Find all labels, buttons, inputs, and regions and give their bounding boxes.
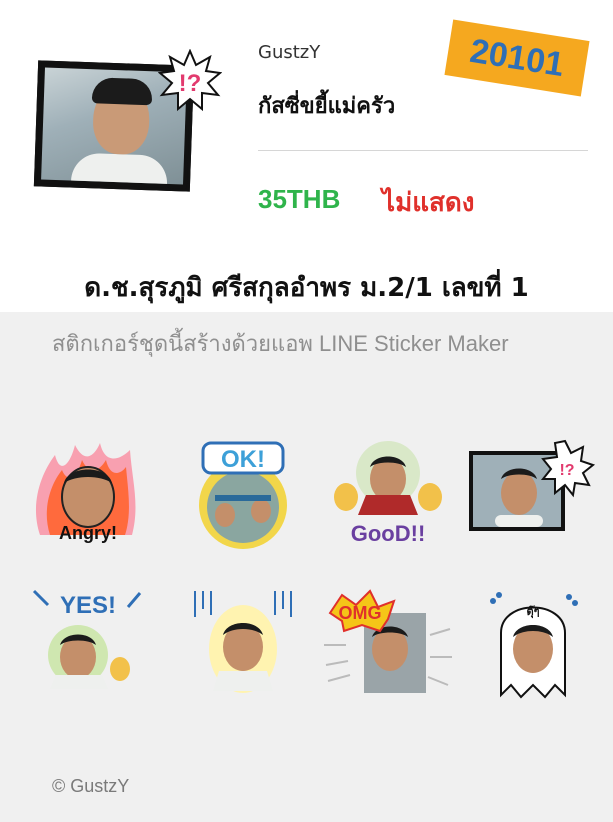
price-label: 35THB <box>258 184 341 214</box>
sticker-omg[interactable]: OMG <box>320 585 455 705</box>
sticker-caption: OMG <box>339 603 382 623</box>
shocked-lines-sticker-icon <box>194 591 292 693</box>
good-thumbs-sticker-icon: GooD!! <box>334 441 442 546</box>
creator-name[interactable]: GustzY <box>258 42 320 63</box>
sticker-caption: ตุ๊ๆ <box>526 605 539 619</box>
sticker-caption: Angry! <box>59 523 117 543</box>
sticker-ok[interactable]: OK! <box>175 435 310 555</box>
omg-sticker-icon: OMG <box>324 589 452 693</box>
sticker-header: !? GustzY กัสซี่ขยี้แม่ครัว 35THB ไม่แสด… <box>0 0 613 262</box>
sticker-angry[interactable]: Angry! <box>20 435 155 555</box>
surprise-frame-sticker-icon: !? <box>469 439 596 531</box>
ghost-sticker-icon: ตุ๊ๆ <box>490 592 578 699</box>
burst-label: !? <box>179 70 202 97</box>
sticker-surprise[interactable]: !? <box>465 435 600 555</box>
divider <box>258 150 588 151</box>
photo-hair <box>91 77 153 106</box>
sticker-grid: Angry! OK! GooD!! !? YES! OMG ตุ๊ๆ <box>20 435 600 705</box>
main-sticker-image[interactable]: !? <box>30 45 225 200</box>
angry-fire-sticker-icon: Angry! <box>35 443 136 543</box>
student-info-banner: ด.ช.สุรภูมิ ศรีสกุลอำพร ม.2/1 เลขที่ 1 <box>0 262 613 312</box>
burst-icon: !? <box>158 49 222 112</box>
sticker-caption: GooD!! <box>351 521 426 546</box>
sticker-caption: YES! <box>60 592 116 619</box>
copyright-footer: © GustzY <box>52 776 130 796</box>
sticker-caption: !? <box>559 462 574 479</box>
sticker-yes[interactable]: YES! <box>20 585 155 705</box>
sticker-shocked[interactable] <box>175 585 310 705</box>
sticker-good[interactable]: GooD!! <box>320 435 455 555</box>
ok-sticker-icon: OK! <box>199 441 287 549</box>
sticker-caption: OK! <box>221 446 265 473</box>
sticker-title: กัสซี่ขยี้แม่ครัว <box>258 94 396 119</box>
sticker-description: สติกเกอร์ชุดนี้สร้างด้วยแอพ LINE Sticker… <box>52 331 509 356</box>
student-number-badge: 20101 <box>444 19 590 97</box>
photo-shirt <box>71 152 168 184</box>
yes-sticker-icon: YES! <box>32 589 142 689</box>
status-label: ไม่แสดง <box>382 188 475 218</box>
sticker-ghost[interactable]: ตุ๊ๆ <box>465 585 600 705</box>
